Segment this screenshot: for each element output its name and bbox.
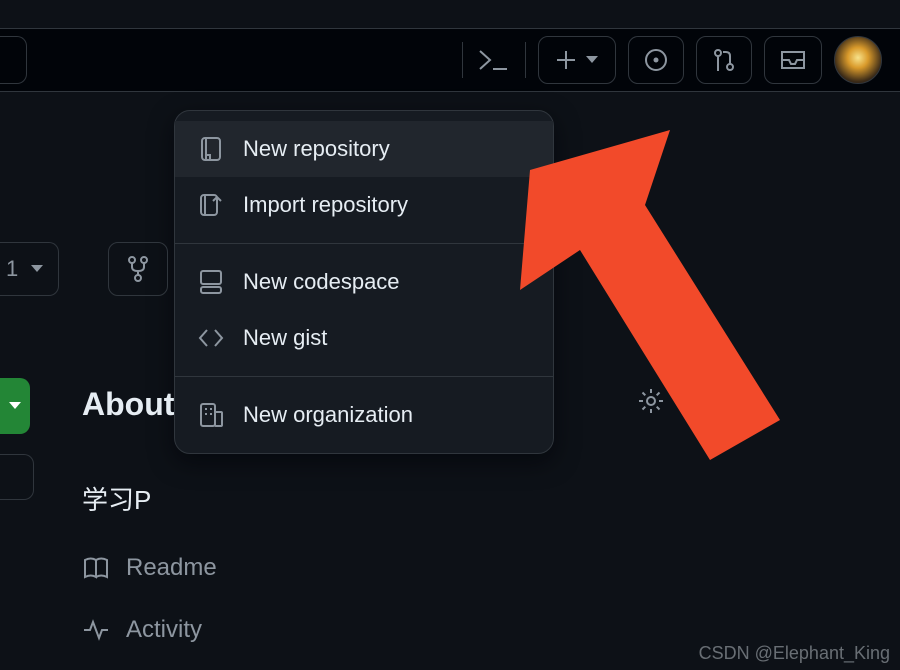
create-new-dropdown: New repository Import repository New cod… [174, 110, 554, 454]
git-pull-request-icon [711, 47, 737, 73]
menu-item-label: Import repository [243, 192, 408, 218]
global-header [0, 28, 900, 92]
menu-item-import-repository[interactable]: Import repository [175, 177, 553, 233]
menu-item-label: New codespace [243, 269, 400, 295]
menu-separator [175, 243, 553, 244]
about-heading: About [82, 386, 174, 423]
code-button-fragment[interactable] [0, 378, 30, 434]
issues-circle-icon [643, 47, 669, 73]
search-bar-end[interactable] [0, 36, 27, 84]
fork-button-fragment[interactable] [108, 242, 168, 296]
menu-item-label: New repository [243, 136, 390, 162]
create-new-button[interactable] [538, 36, 616, 84]
divider [525, 42, 526, 78]
notifications-inbox-button[interactable] [764, 36, 822, 84]
menu-item-new-repository[interactable]: New repository [175, 121, 553, 177]
avatar[interactable] [834, 36, 882, 84]
header-action-group [462, 42, 526, 78]
menu-item-new-gist[interactable]: New gist [175, 310, 553, 366]
command-line-icon[interactable] [477, 48, 511, 72]
repo-description: 学习P [82, 480, 151, 517]
plus-icon [555, 49, 577, 71]
menu-item-new-organization[interactable]: New organization [175, 387, 553, 443]
repo-push-icon [197, 191, 225, 219]
branch-selector-fragment[interactable]: 1 [0, 242, 59, 296]
pull-requests-button[interactable] [696, 36, 752, 84]
menu-item-new-codespace[interactable]: New codespace [175, 254, 553, 310]
triangle-down-icon [8, 401, 22, 411]
menu-separator [175, 376, 553, 377]
watermark: CSDN @Elephant_King [699, 643, 890, 664]
activity-label: Activity [126, 616, 202, 644]
triangle-down-icon [585, 55, 599, 65]
activity-link[interactable]: Activity [82, 616, 202, 644]
menu-item-label: New organization [243, 402, 413, 428]
menu-item-label: New gist [243, 325, 327, 351]
settings-gear-button[interactable] [636, 386, 666, 416]
readme-label: Readme [126, 554, 217, 582]
repo-icon [197, 135, 225, 163]
pulse-icon [82, 619, 110, 641]
issues-button[interactable] [628, 36, 684, 84]
divider [462, 42, 463, 78]
book-icon [82, 556, 110, 580]
readme-link[interactable]: Readme [82, 554, 217, 582]
code-icon [197, 324, 225, 352]
triangle-down-icon [30, 264, 44, 274]
organization-icon [197, 401, 225, 429]
left-border-fragment [0, 454, 34, 500]
git-fork-icon [125, 254, 151, 284]
codespaces-icon [197, 268, 225, 296]
inbox-icon [779, 48, 807, 72]
branch-count: 1 [6, 256, 18, 282]
